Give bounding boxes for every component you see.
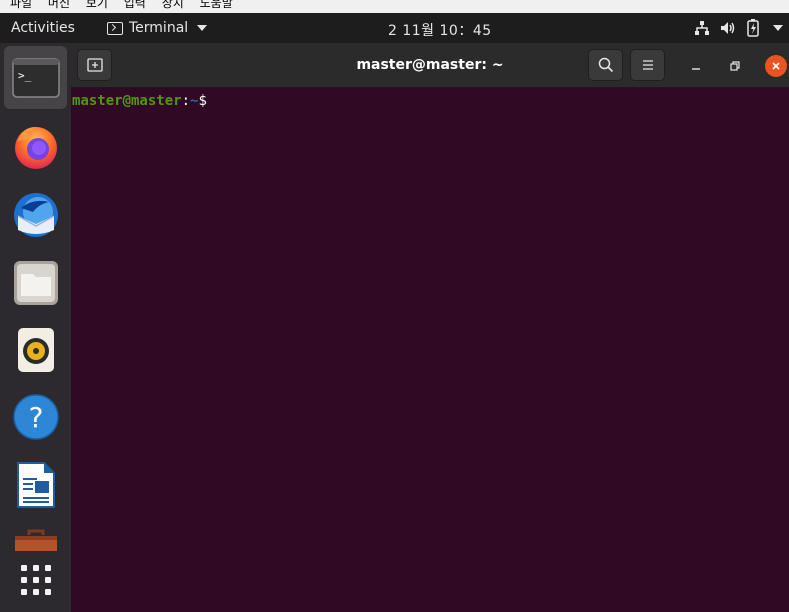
- clock[interactable]: 2 11월 10：45: [388, 20, 492, 40]
- app-menu[interactable]: Terminal: [107, 20, 208, 36]
- text-cursor: [207, 92, 215, 108]
- volume-icon: [721, 22, 735, 34]
- menu-button[interactable]: [630, 49, 665, 81]
- dock-item-software[interactable]: [4, 521, 67, 551]
- dock-item-show-applications[interactable]: [4, 548, 67, 611]
- close-icon: [772, 62, 780, 70]
- new-tab-icon: [86, 58, 103, 72]
- dock-item-terminal[interactable]: >_: [4, 46, 67, 109]
- window-title: master@master: ~: [356, 57, 504, 73]
- minimize-icon: [692, 68, 700, 70]
- vm-menu-file[interactable]: 파일: [10, 0, 32, 10]
- system-tray[interactable]: [694, 18, 783, 38]
- system-menu-icon: [773, 25, 783, 31]
- terminal-titlebar[interactable]: master@master: ~: [71, 43, 789, 88]
- close-button[interactable]: [765, 55, 787, 77]
- dock-item-files[interactable]: [4, 251, 67, 314]
- firefox-icon: [14, 126, 57, 169]
- hamburger-icon: [642, 60, 653, 70]
- dock-item-thunderbird[interactable]: [4, 183, 67, 246]
- thunderbird-icon: [13, 192, 58, 237]
- chevron-down-icon: [197, 25, 208, 31]
- dock-item-rhythmbox[interactable]: [4, 318, 67, 381]
- activities-button[interactable]: Activities: [11, 20, 75, 36]
- search-button[interactable]: [588, 49, 623, 81]
- terminal-icon: >_: [11, 57, 60, 98]
- prompt-user-host: master@master: [72, 93, 182, 109]
- search-icon: [598, 57, 613, 73]
- vm-menu-view[interactable]: 보기: [86, 0, 108, 10]
- top-bar: Activities Terminal 2 11월 10：45: [0, 13, 789, 43]
- network-icon: [695, 21, 709, 35]
- prompt-colon: :: [181, 93, 191, 109]
- terminal-area[interactable]: master@master:~$: [71, 89, 789, 612]
- dock: >_ ?: [0, 43, 71, 612]
- writer-icon: [16, 461, 55, 508]
- vm-menu-machine[interactable]: 머신: [48, 0, 70, 10]
- help-icon: ?: [12, 393, 59, 440]
- rhythmbox-icon: [17, 327, 54, 372]
- vm-menu-devices[interactable]: 장치: [162, 0, 184, 10]
- prompt-line: master@master:~$: [72, 92, 788, 109]
- app-grid-icon: [20, 564, 51, 595]
- dock-item-firefox[interactable]: [4, 115, 67, 178]
- minimize-button[interactable]: [685, 55, 707, 77]
- software-icon: [14, 529, 57, 551]
- new-tab-button[interactable]: [77, 49, 112, 81]
- vm-menu-input[interactable]: 입력: [124, 0, 146, 10]
- app-menu-label: Terminal: [129, 20, 189, 36]
- terminal-small-icon: [107, 21, 123, 35]
- vm-menu-help[interactable]: 도움말: [200, 0, 233, 10]
- svg-text:>_: >_: [18, 69, 32, 82]
- dock-item-help[interactable]: ?: [4, 385, 67, 448]
- battery-icon: [747, 19, 759, 37]
- svg-text:?: ?: [28, 401, 43, 434]
- prompt-sign: $: [198, 93, 207, 109]
- restore-icon: [730, 61, 740, 71]
- files-icon: [13, 260, 58, 305]
- maximize-button[interactable]: [724, 55, 746, 77]
- dock-item-writer[interactable]: [4, 453, 67, 516]
- vm-menu-bar: 파일 머신 보기 입력 장치 도움말: [0, 0, 789, 13]
